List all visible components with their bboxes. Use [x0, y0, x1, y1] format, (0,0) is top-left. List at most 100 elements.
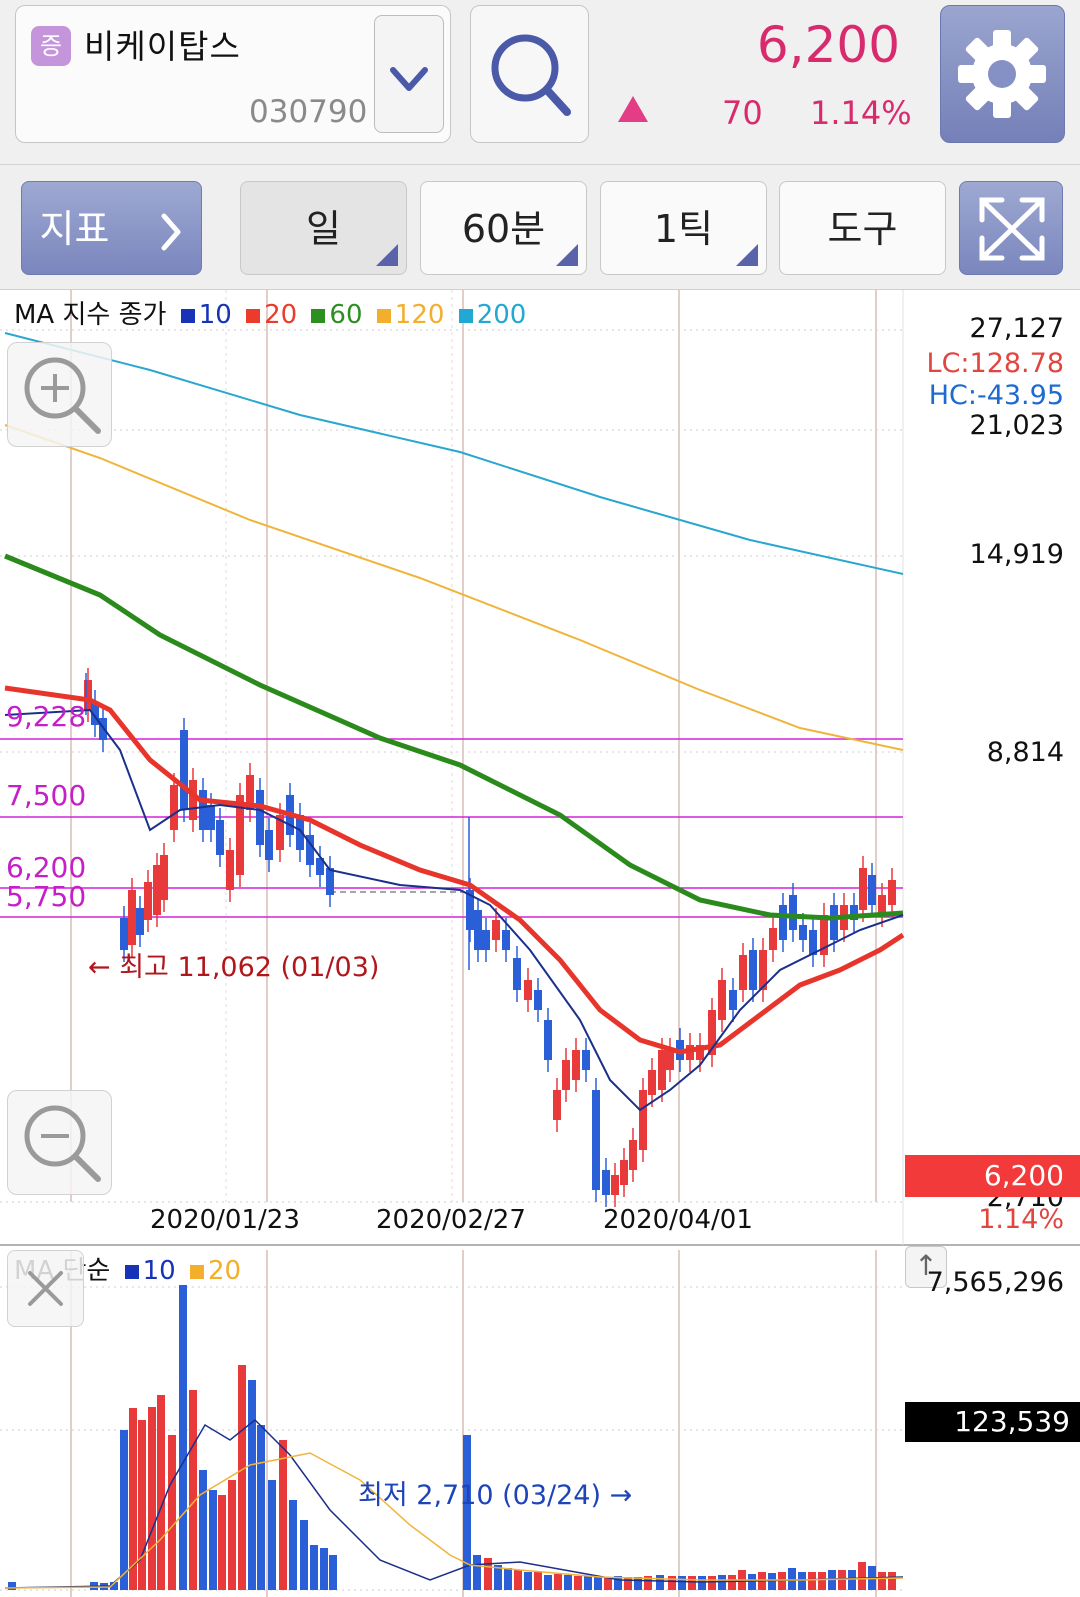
- up-candle: [562, 1060, 570, 1090]
- legend-item-ma10: 10: [180, 300, 232, 330]
- period-day-button[interactable]: 일: [240, 181, 407, 275]
- ma60-line: [4, 553, 904, 921]
- up-candle: [128, 890, 136, 945]
- down-candle: [180, 730, 188, 810]
- y-tick-top: 27,127: [969, 313, 1064, 344]
- dropdown-corner-icon: [736, 244, 758, 266]
- tools-button[interactable]: 도구: [779, 181, 946, 275]
- search-button[interactable]: [470, 5, 589, 143]
- down-candle: [265, 830, 273, 860]
- down-candle: [534, 990, 542, 1010]
- volume-bar-up: [728, 1575, 736, 1590]
- up-candle: [153, 865, 161, 915]
- volume-bar-up: [279, 1440, 287, 1590]
- price-chart-canvas[interactable]: [0, 290, 1080, 1597]
- stock-name: 비케이탑스: [84, 27, 241, 66]
- down-candle: [729, 990, 737, 1010]
- volume-bar-up: [157, 1395, 165, 1590]
- volume-bar-up: [189, 1390, 197, 1590]
- volume-bar-down: [656, 1575, 664, 1590]
- down-candle: [482, 930, 490, 950]
- up-candle: [492, 920, 500, 940]
- up-candle: [144, 882, 152, 920]
- up-candle: [620, 1160, 628, 1185]
- gear-icon: [958, 30, 1046, 118]
- stock-dropdown-button[interactable]: [374, 15, 444, 133]
- zoom-in-button[interactable]: [7, 342, 112, 447]
- close-volume-panel-button[interactable]: [7, 1250, 84, 1327]
- close-icon: [28, 1271, 63, 1306]
- search-icon: [491, 34, 571, 116]
- volume-bar-up: [888, 1572, 896, 1590]
- hc-value: HC:-43.95: [928, 380, 1064, 411]
- down-candle: [136, 908, 144, 935]
- volume-bar-down: [473, 1555, 481, 1590]
- down-candle: [199, 790, 207, 830]
- stock-code: 030790: [249, 94, 368, 130]
- y-tick-3: 14,919: [969, 539, 1064, 570]
- down-candle: [602, 1170, 610, 1195]
- up-candle: [189, 780, 197, 820]
- volume-bar-down: [8, 1582, 16, 1590]
- up-candle: [611, 1175, 619, 1195]
- y-tick-2: 21,023: [969, 410, 1064, 441]
- volume-bar-up: [554, 1574, 562, 1590]
- down-candle: [513, 958, 521, 990]
- up-candle: [160, 855, 168, 900]
- header-bar: 증 비케이탑스 030790 6,200 70 1.14%: [0, 0, 1080, 165]
- indicator-button[interactable]: 지표: [21, 181, 202, 275]
- volume-bar-down: [209, 1490, 217, 1590]
- legend-item-ma200: 200: [458, 300, 526, 330]
- down-candle: [474, 910, 482, 950]
- legend-item-ma60: 60: [311, 300, 363, 330]
- down-candle: [582, 1050, 590, 1070]
- up-candle: [226, 850, 234, 890]
- tick-button[interactable]: 1틱: [600, 181, 767, 275]
- ma20-line: [4, 685, 905, 1055]
- settings-button[interactable]: [940, 5, 1065, 143]
- period-day-label: 일: [306, 207, 341, 251]
- volume-bar-down: [798, 1572, 806, 1590]
- indicator-label: 지표: [39, 207, 110, 251]
- volume-bar-down: [320, 1548, 328, 1590]
- up-candle: [888, 880, 896, 905]
- ma200-line: [4, 332, 904, 575]
- volume-bar-down: [300, 1520, 308, 1590]
- volume-bar-down: [594, 1576, 602, 1590]
- up-candle: [718, 980, 726, 1020]
- volume-bar-down: [544, 1575, 552, 1590]
- volume-bar-up: [534, 1572, 542, 1590]
- volume-bar-down: [848, 1570, 856, 1590]
- chart-toolbar: 지표 일 60분 1틱 도구: [0, 165, 1080, 290]
- down-candle: [830, 905, 838, 940]
- legend-item-vma10: 10: [124, 1256, 176, 1286]
- volume-bar-down: [748, 1574, 756, 1590]
- zoom-out-button[interactable]: [7, 1090, 112, 1195]
- fullscreen-button[interactable]: [959, 181, 1063, 275]
- high-annotation: ← 최고 11,062 (01/03): [88, 952, 380, 983]
- price-change: 70: [722, 94, 763, 132]
- volume-bar-up: [238, 1365, 246, 1590]
- volume-bar-up: [688, 1576, 696, 1590]
- down-candle: [216, 820, 224, 855]
- volume-bar-up: [878, 1572, 886, 1590]
- up-candle: [572, 1050, 580, 1080]
- down-candle: [749, 950, 757, 990]
- volume-bar-up: [838, 1570, 846, 1590]
- volume-current-marker: 123,539: [905, 1402, 1080, 1442]
- volume-bar-up: [818, 1572, 826, 1590]
- lc-value: LC:128.78: [926, 348, 1064, 379]
- chevron-down-icon: [390, 67, 428, 91]
- up-candle: [739, 955, 747, 990]
- volume-bar-up: [168, 1435, 176, 1590]
- up-candle: [553, 1090, 561, 1120]
- price-legend-title: MA 지수 종가: [14, 300, 167, 330]
- dropdown-corner-icon: [376, 244, 398, 266]
- legend-item-vma20: 20: [189, 1256, 241, 1286]
- volume-bar-down: [289, 1500, 297, 1590]
- stock-selector[interactable]: 증 비케이탑스 030790: [15, 5, 451, 143]
- chart-area[interactable]: MA 지수 종가 10 20 60 120 200 MA 단순 10 20 27…: [0, 290, 1080, 1597]
- period-60min-button[interactable]: 60분: [420, 181, 587, 275]
- volume-bar-down: [179, 1285, 187, 1590]
- volume-bar-up: [858, 1562, 866, 1590]
